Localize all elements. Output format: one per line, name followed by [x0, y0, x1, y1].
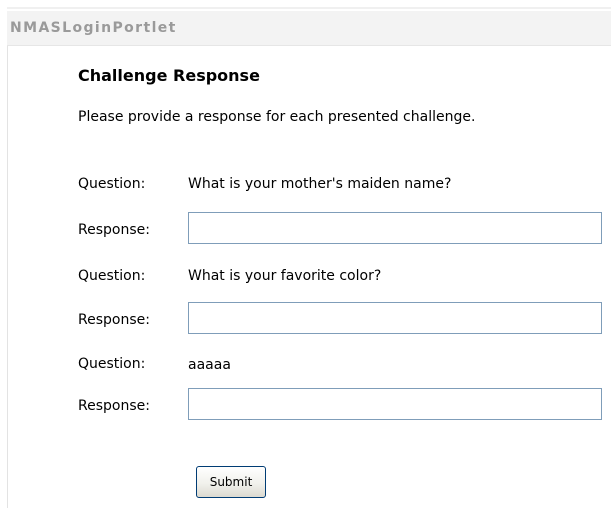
portlet-top-border	[7, 7, 611, 9]
portlet-title: NMASLoginPortlet	[10, 20, 177, 36]
portlet-header: NMASLoginPortlet	[7, 11, 611, 46]
response-input-2[interactable]	[188, 302, 602, 334]
response-label: Response:	[78, 222, 150, 238]
response-label: Response:	[78, 312, 150, 328]
response-label: Response:	[78, 398, 150, 414]
form-title: Challenge Response	[78, 66, 260, 85]
response-input-1[interactable]	[188, 212, 602, 244]
submit-button[interactable]: Submit	[196, 466, 266, 498]
question-label: Question:	[78, 176, 146, 192]
nmas-login-portlet: NMASLoginPortlet Challenge Response Plea…	[7, 0, 611, 508]
portlet-left-border	[7, 46, 8, 508]
question-text: What is your favorite color?	[188, 268, 382, 284]
question-label: Question:	[78, 268, 146, 284]
question-label: Question:	[78, 356, 146, 372]
form-instructions: Please provide a response for each prese…	[78, 109, 476, 125]
question-text: What is your mother's maiden name?	[188, 176, 452, 192]
response-input-3[interactable]	[188, 388, 602, 420]
question-text: aaaaa	[188, 357, 231, 373]
